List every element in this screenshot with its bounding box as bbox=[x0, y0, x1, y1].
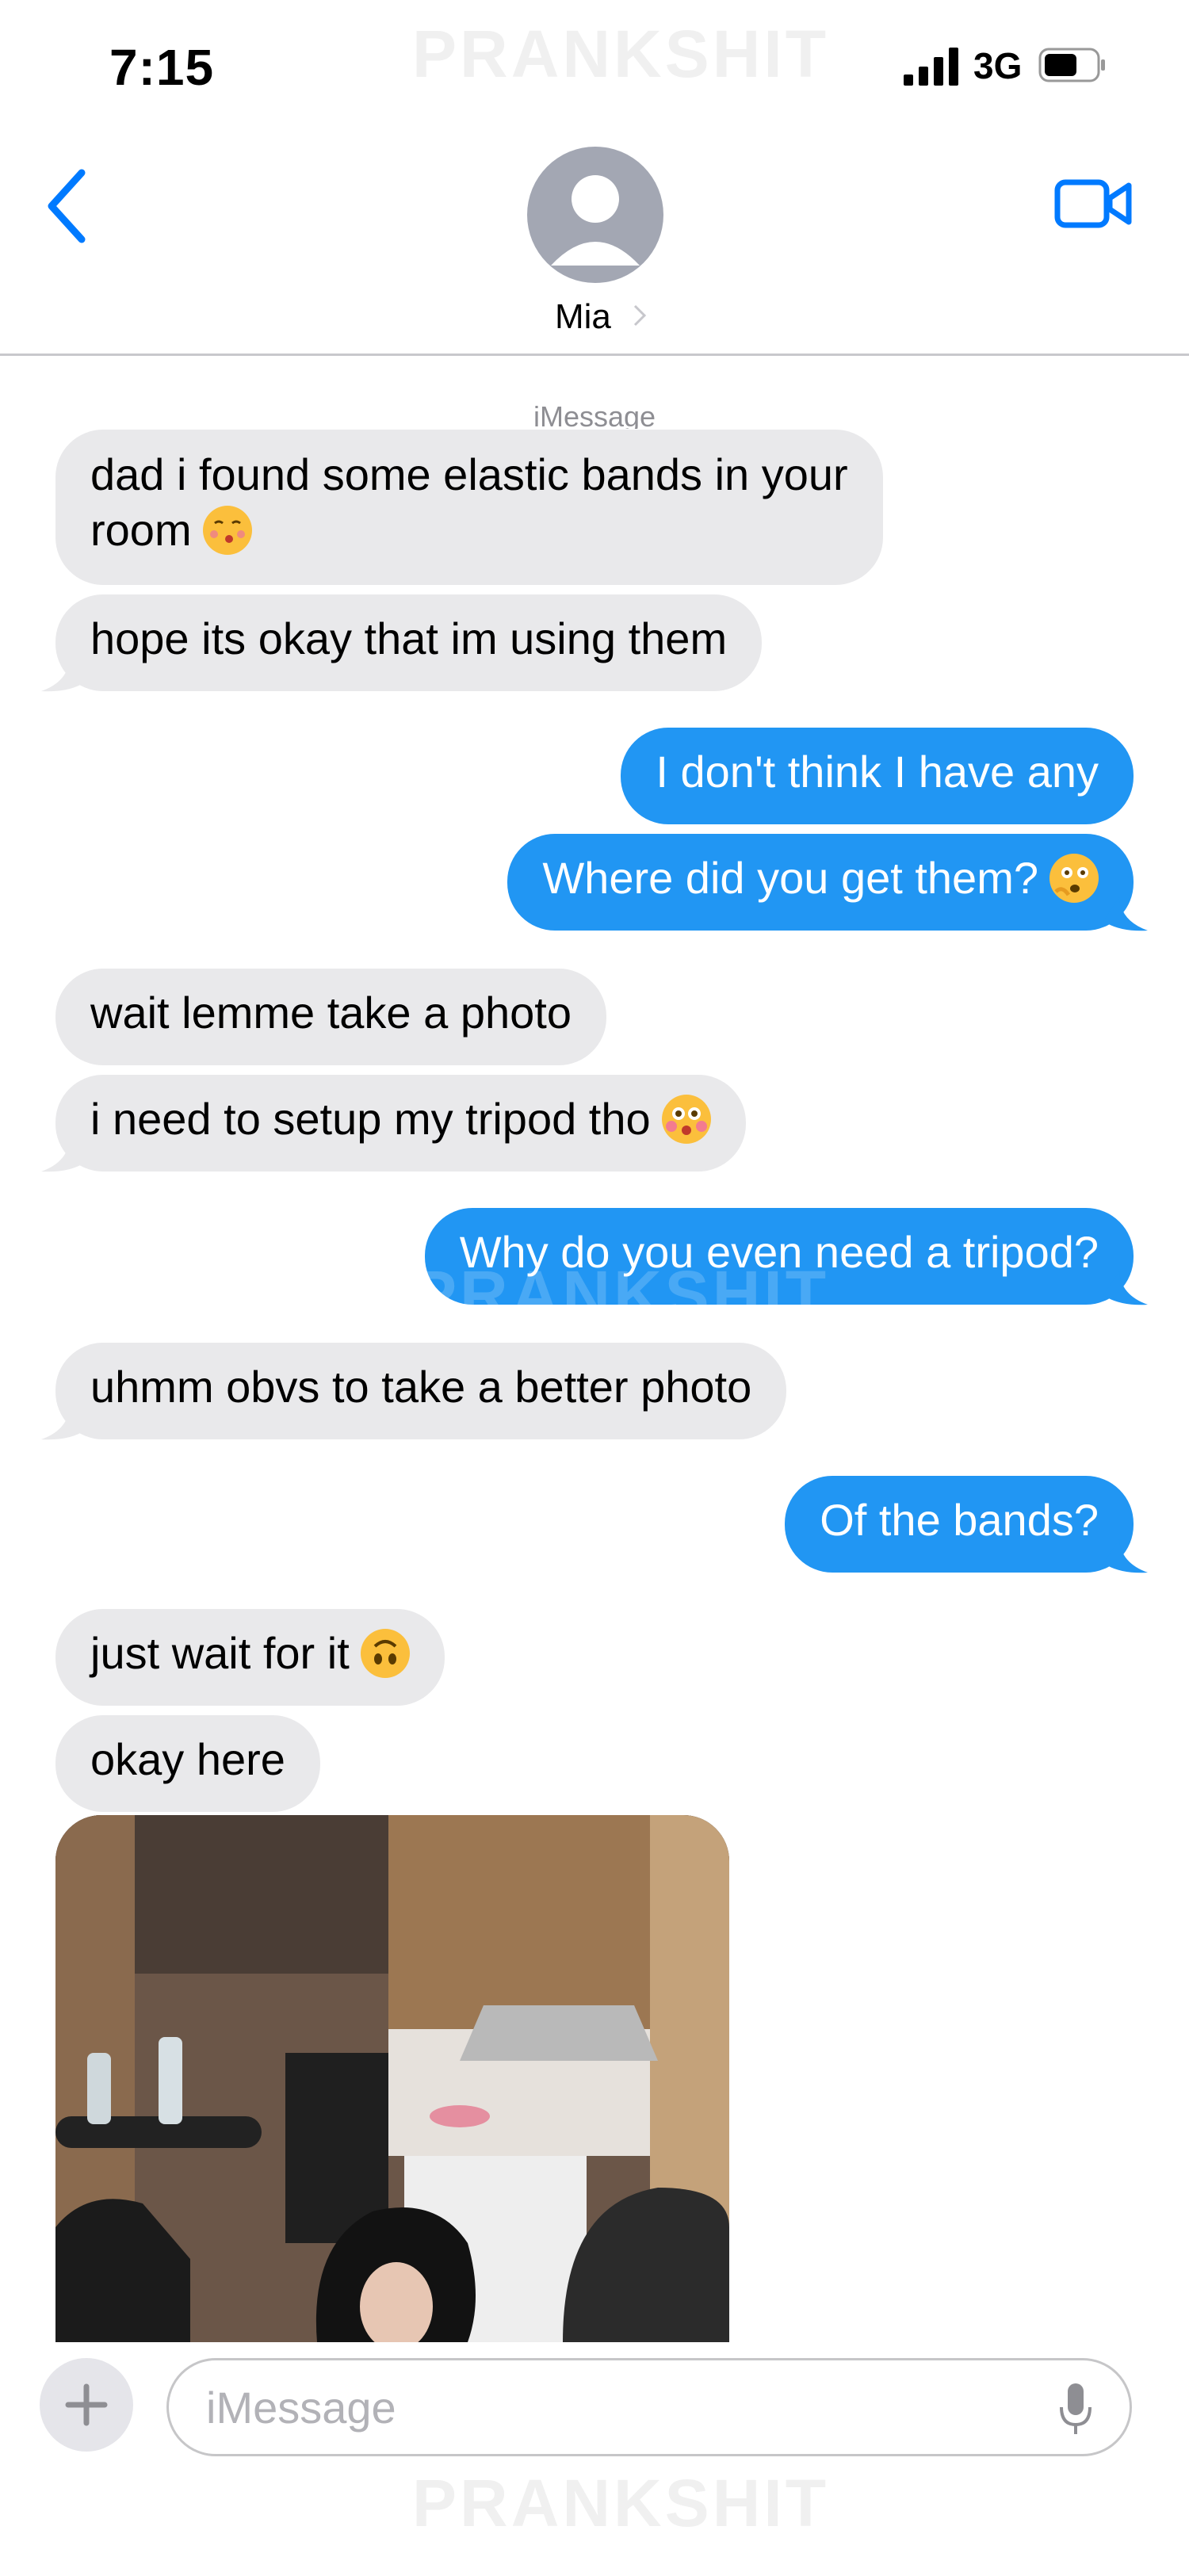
message-received-6[interactable]: just wait for it bbox=[55, 1609, 445, 1706]
contact-avatar[interactable] bbox=[527, 147, 663, 283]
watermark-top: PRANKSHIT bbox=[412, 17, 830, 91]
message-received-7[interactable]: okay here bbox=[55, 1715, 320, 1812]
bubble-tail bbox=[41, 1406, 86, 1440]
flushed-face-emoji-icon bbox=[661, 1095, 711, 1144]
thinking-face-emoji-icon bbox=[1049, 854, 1099, 903]
bubble-tail bbox=[41, 1138, 86, 1172]
battery-icon bbox=[1038, 48, 1105, 82]
message-text: dad i found some elastic bands in your bbox=[90, 449, 848, 499]
bubble-tail bbox=[1103, 897, 1148, 931]
message-received-4[interactable]: i need to setup my tripod tho bbox=[55, 1075, 746, 1171]
photo-image bbox=[55, 1815, 729, 2342]
bubble-tail bbox=[1103, 1539, 1148, 1573]
message-text: Where did you get them? bbox=[542, 853, 1038, 903]
person-icon bbox=[551, 175, 640, 266]
status-time: 7:15 bbox=[109, 39, 215, 96]
video-call-icon[interactable] bbox=[1054, 176, 1134, 231]
message-received-2[interactable]: hope its okay that im using them bbox=[55, 594, 763, 691]
watermark-bottom: PRANKSHIT bbox=[412, 2466, 830, 2540]
message-text: i need to setup my tripod tho bbox=[90, 1094, 651, 1144]
bubble-tail bbox=[41, 658, 86, 692]
chevron-right-icon[interactable] bbox=[630, 301, 649, 330]
message-text: hope its okay that im using them bbox=[90, 613, 728, 663]
upside-down-face-emoji-icon bbox=[360, 1629, 410, 1678]
message-text: okay here bbox=[90, 1734, 285, 1784]
message-received-5[interactable]: uhmm obvs to take a better photo bbox=[55, 1343, 787, 1439]
cellular-signal-icon bbox=[904, 48, 958, 86]
message-text: just wait for it bbox=[90, 1628, 350, 1678]
message-received-3[interactable]: wait lemme take a photo bbox=[55, 969, 606, 1065]
message-text: uhmm obvs to take a better photo bbox=[90, 1362, 752, 1412]
add-attachment-button[interactable] bbox=[40, 2358, 133, 2452]
watermark-middle: PRANKSHIT bbox=[412, 1257, 830, 1332]
microphone-icon[interactable] bbox=[1058, 2382, 1093, 2437]
back-chevron-icon[interactable] bbox=[44, 166, 91, 246]
message-sent-1[interactable]: I don't think I have any bbox=[621, 728, 1134, 824]
message-text: Of the bands? bbox=[820, 1495, 1099, 1545]
plus-icon bbox=[65, 2383, 108, 2426]
message-sent-4[interactable]: Of the bands? bbox=[785, 1476, 1134, 1573]
message-sent-2[interactable]: Where did you get them? bbox=[507, 834, 1134, 931]
photo-attachment[interactable] bbox=[55, 1815, 729, 2342]
message-received-1[interactable]: dad i found some elastic bands in your r… bbox=[55, 430, 883, 585]
service-label: iMessage bbox=[533, 400, 656, 429]
message-text: I don't think I have any bbox=[656, 747, 1099, 797]
bubble-tail bbox=[1103, 1271, 1148, 1305]
message-input-placeholder: iMessage bbox=[206, 2383, 396, 2433]
message-text: room bbox=[90, 505, 192, 555]
message-text: wait lemme take a photo bbox=[90, 988, 572, 1038]
kissing-face-emoji-icon bbox=[202, 506, 252, 555]
header-divider bbox=[0, 354, 1189, 356]
network-type: 3G bbox=[973, 45, 1023, 86]
